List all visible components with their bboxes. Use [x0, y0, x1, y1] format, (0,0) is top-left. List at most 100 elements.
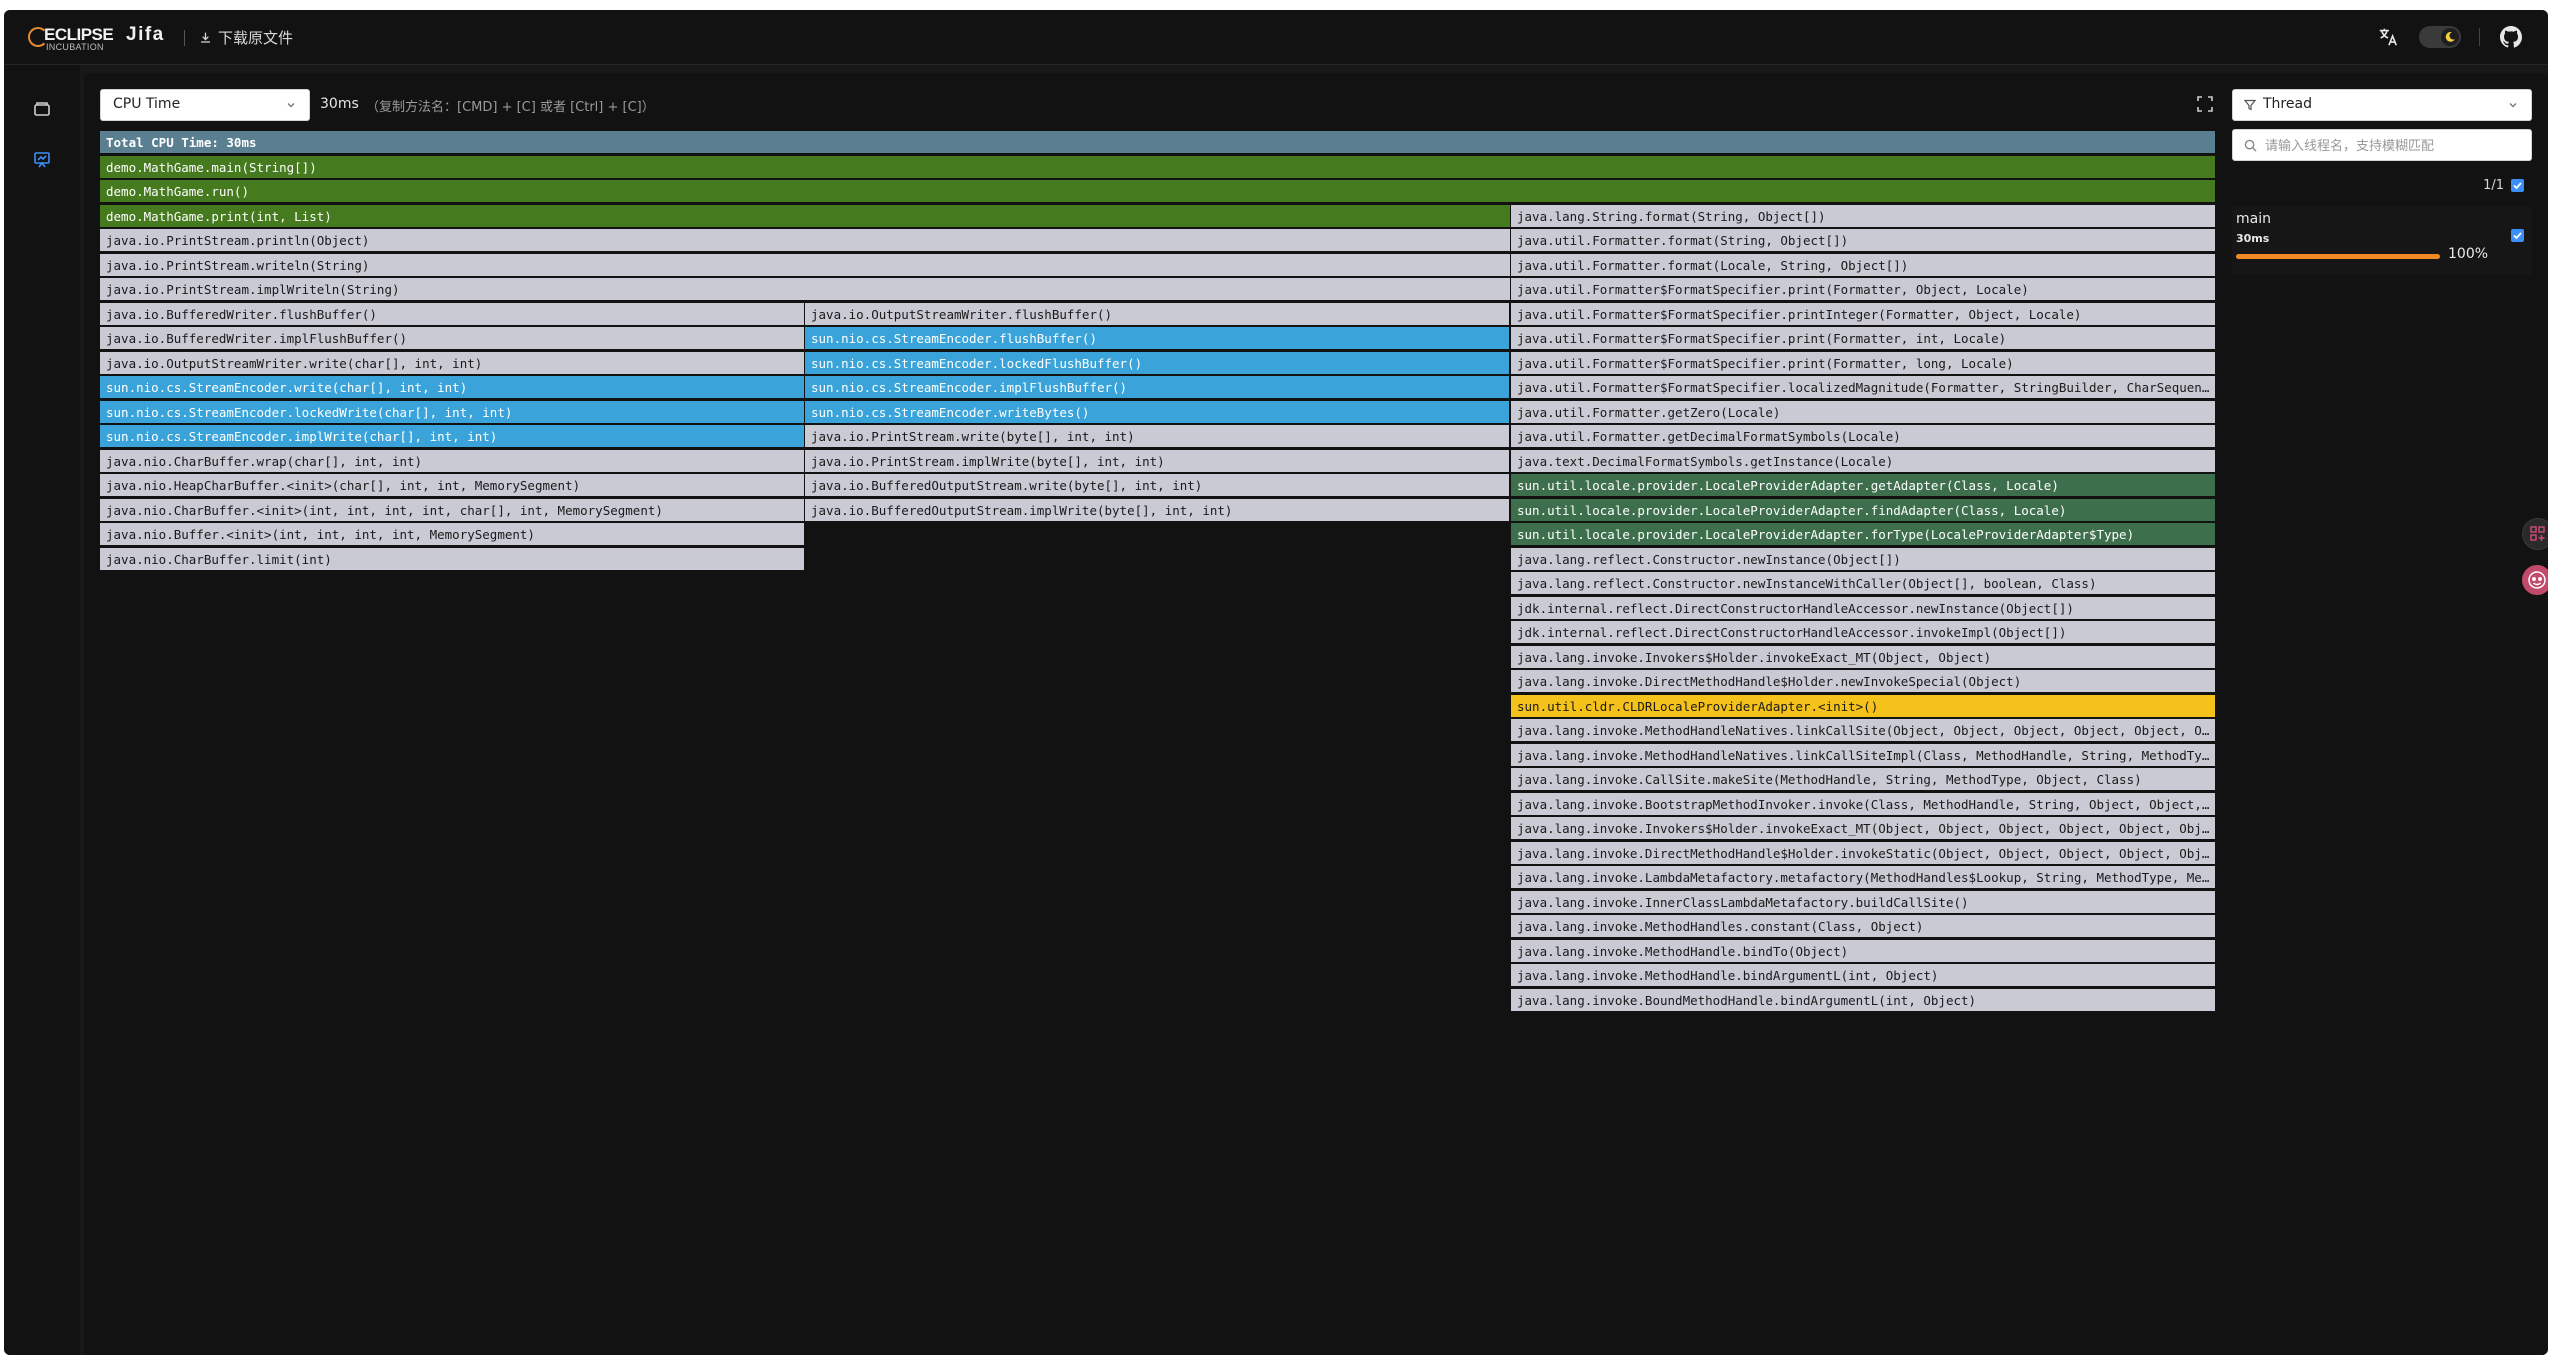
flame-frame[interactable]: sun.nio.cs.StreamEncoder.lockedWrite(cha…	[100, 401, 805, 424]
flame-frame[interactable]: java.io.BufferedWriter.flushBuffer()	[100, 303, 805, 326]
fullscreen-button[interactable]	[2196, 95, 2216, 115]
download-label: 下载原文件	[218, 29, 294, 47]
flame-frame[interactable]: java.nio.HeapCharBuffer.<init>(char[], i…	[100, 474, 805, 497]
assistant-icon	[2528, 571, 2546, 589]
flame-frame[interactable]: java.lang.invoke.MethodHandle.bindArgume…	[1511, 964, 2216, 987]
flame-frame[interactable]: java.util.Formatter$FormatSpecifier.prin…	[1511, 303, 2216, 326]
flame-frame[interactable]: java.lang.invoke.Invokers$Holder.invokeE…	[1511, 817, 2216, 840]
header-divider	[184, 30, 185, 46]
flame-frame[interactable]: java.io.PrintStream.writeln(String)	[100, 254, 1511, 277]
flame-frame[interactable]: java.lang.invoke.DirectMethodHandle$Hold…	[1511, 670, 2216, 693]
thread-percent: 100%	[2448, 246, 2489, 262]
theme-toggle-switch[interactable]	[2419, 26, 2461, 48]
top-right-actions	[2375, 24, 2524, 50]
sidebar-item-analysis[interactable]	[32, 99, 54, 121]
flame-frame[interactable]: java.lang.invoke.MethodHandle.bindTo(Obj…	[1511, 940, 2216, 963]
flame-frame[interactable]: java.io.OutputStreamWriter.write(char[],…	[100, 352, 805, 375]
flame-frame[interactable]: java.nio.CharBuffer.<init>(int, int, int…	[100, 499, 805, 522]
flame-frame[interactable]: java.lang.invoke.MethodHandleNatives.lin…	[1511, 744, 2216, 767]
flame-frame[interactable]: java.lang.invoke.InnerClassLambdaMetafac…	[1511, 891, 2216, 914]
thread-search-input[interactable]	[2263, 130, 2527, 162]
download-original-button[interactable]: 下载原文件	[199, 27, 293, 48]
thread-checkbox[interactable]	[2511, 229, 2524, 242]
thread-row[interactable]: main 30ms 100%	[2232, 207, 2532, 275]
flame-frame[interactable]: java.io.OutputStreamWriter.flushBuffer()	[805, 303, 1510, 326]
flame-frame[interactable]: sun.nio.cs.StreamEncoder.implFlushBuffer…	[805, 376, 1510, 399]
flame-frame[interactable]: java.lang.invoke.BoundMethodHandle.bindA…	[1511, 989, 2216, 1012]
thread-time: 30ms	[2236, 232, 2270, 245]
flame-frame[interactable]: java.lang.invoke.BootstrapMethodInvoker.…	[1511, 793, 2216, 816]
flame-frame[interactable]: demo.MathGame.print(int, List)	[100, 205, 1511, 228]
dimension-select-value: CPU Time	[113, 96, 181, 112]
flame-frame[interactable]: java.nio.CharBuffer.wrap(char[], int, in…	[100, 450, 805, 473]
thread-panel: Thread 1/1 main 30ms 100%	[2232, 89, 2532, 389]
top-bar: ECLIPSE INCUBATION Jifa 下载原文件	[4, 10, 2548, 65]
moon-icon	[2445, 31, 2455, 42]
logo-sub-text: INCUBATION	[46, 42, 104, 52]
flame-frame[interactable]: sun.nio.cs.StreamEncoder.write(char[], i…	[100, 376, 805, 399]
flame-frame[interactable]: sun.nio.cs.StreamEncoder.flushBuffer()	[805, 327, 1510, 350]
chevron-down-icon	[287, 103, 295, 108]
flame-frame[interactable]: java.util.Formatter$FormatSpecifier.prin…	[1511, 352, 2216, 375]
grid-plus-icon	[2530, 526, 2545, 541]
flame-frame[interactable]: java.util.Formatter$FormatSpecifier.prin…	[1511, 278, 2216, 301]
flame-frame[interactable]: sun.util.locale.provider.LocaleProviderA…	[1511, 499, 2216, 522]
chevron-down-icon	[2509, 103, 2517, 108]
flame-frame[interactable]: java.lang.reflect.Constructor.newInstanc…	[1511, 572, 2216, 595]
github-link[interactable]	[2498, 24, 2524, 50]
flame-frame[interactable]: sun.util.locale.provider.LocaleProviderA…	[1511, 523, 2216, 546]
search-icon	[2244, 139, 2257, 152]
sidebar-item-flame-graph[interactable]	[32, 150, 54, 172]
flame-frame[interactable]: java.io.BufferedOutputStream.write(byte[…	[805, 474, 1510, 497]
flame-frame[interactable]: demo.MathGame.run()	[100, 180, 2216, 203]
flame-frame[interactable]: java.lang.reflect.Constructor.newInstanc…	[1511, 548, 2216, 571]
flame-frame[interactable]: java.io.PrintStream.implWrite(byte[], in…	[805, 450, 1510, 473]
dimension-select[interactable]: CPU Time	[100, 89, 310, 121]
thread-filter-value: Thread	[2263, 96, 2312, 112]
flame-frame[interactable]: sun.nio.cs.StreamEncoder.implWrite(char[…	[100, 425, 805, 448]
header-right-divider	[2479, 28, 2480, 46]
float-assistant-button[interactable]	[2522, 565, 2548, 595]
flame-frame[interactable]: java.lang.invoke.Invokers$Holder.invokeE…	[1511, 646, 2216, 669]
thread-filter-select[interactable]: Thread	[2232, 89, 2532, 121]
flame-frame[interactable]: java.util.Formatter.format(Locale, Strin…	[1511, 254, 2216, 277]
github-icon	[2500, 26, 2522, 48]
flame-graph[interactable]: Total CPU Time: 30ms demo.MathGame.main(S…	[100, 131, 2216, 1031]
presentation-chart-icon	[34, 152, 50, 168]
flame-frame[interactable]: java.lang.String.format(String, Object[]…	[1511, 205, 2216, 228]
flame-frame[interactable]: java.util.Formatter.getDecimalFormatSymb…	[1511, 425, 2216, 448]
flame-frame[interactable]: sun.util.locale.provider.LocaleProviderA…	[1511, 474, 2216, 497]
flame-frame[interactable]: java.text.DecimalFormatSymbols.getInstan…	[1511, 450, 2216, 473]
check-icon	[2513, 182, 2522, 190]
flame-frame[interactable]: java.io.PrintStream.println(Object)	[100, 229, 1511, 252]
flame-frame[interactable]: java.io.BufferedWriter.implFlushBuffer()	[100, 327, 805, 350]
download-icon	[201, 32, 210, 43]
flame-frame[interactable]: java.lang.invoke.DirectMethodHandle$Hold…	[1511, 842, 2216, 865]
flame-frame[interactable]: java.util.Formatter.getZero(Locale)	[1511, 401, 2216, 424]
thread-progress-bar	[2236, 254, 2440, 259]
flame-frame[interactable]: java.util.Formatter$FormatSpecifier.prin…	[1511, 327, 2216, 350]
flame-frame[interactable]: java.lang.invoke.MethodHandleNatives.lin…	[1511, 719, 2216, 742]
app-name: Jifa	[126, 24, 165, 45]
thread-count: 1/1	[2483, 178, 2504, 193]
flame-frame[interactable]: java.nio.Buffer.<init>(int, int, int, in…	[100, 523, 805, 546]
flame-frame[interactable]: java.io.PrintStream.implWriteln(String)	[100, 278, 1511, 301]
flame-frame[interactable]: java.lang.invoke.MethodHandles.constant(…	[1511, 915, 2216, 938]
flame-frame[interactable]: jdk.internal.reflect.DirectConstructorHa…	[1511, 597, 2216, 620]
flame-frame[interactable]: sun.nio.cs.StreamEncoder.lockedFlushBuff…	[805, 352, 1510, 375]
flame-frame[interactable]: java.io.BufferedOutputStream.implWrite(b…	[805, 499, 1510, 522]
flame-frame[interactable]: java.util.Formatter.format(String, Objec…	[1511, 229, 2216, 252]
flame-frame[interactable]: jdk.internal.reflect.DirectConstructorHa…	[1511, 621, 2216, 644]
float-feedback-button[interactable]	[2522, 518, 2548, 550]
flame-frame[interactable]: java.io.PrintStream.write(byte[], int, i…	[805, 425, 1510, 448]
flame-frame-root[interactable]: Total CPU Time: 30ms	[100, 131, 2216, 154]
flame-frame[interactable]: java.util.Formatter$FormatSpecifier.loca…	[1511, 376, 2216, 399]
language-toggle-button[interactable]	[2375, 24, 2401, 50]
flame-frame[interactable]: java.lang.invoke.CallSite.makeSite(Metho…	[1511, 768, 2216, 791]
flame-frame[interactable]: sun.nio.cs.StreamEncoder.writeBytes()	[805, 401, 1510, 424]
select-all-checkbox[interactable]	[2511, 179, 2524, 192]
flame-frame[interactable]: sun.util.cldr.CLDRLocaleProviderAdapter.…	[1511, 695, 2216, 718]
flame-frame[interactable]: java.nio.CharBuffer.limit(int)	[100, 548, 805, 571]
flame-frame[interactable]: java.lang.invoke.LambdaMetafactory.metaf…	[1511, 866, 2216, 889]
flame-frame[interactable]: demo.MathGame.main(String[])	[100, 156, 2216, 179]
